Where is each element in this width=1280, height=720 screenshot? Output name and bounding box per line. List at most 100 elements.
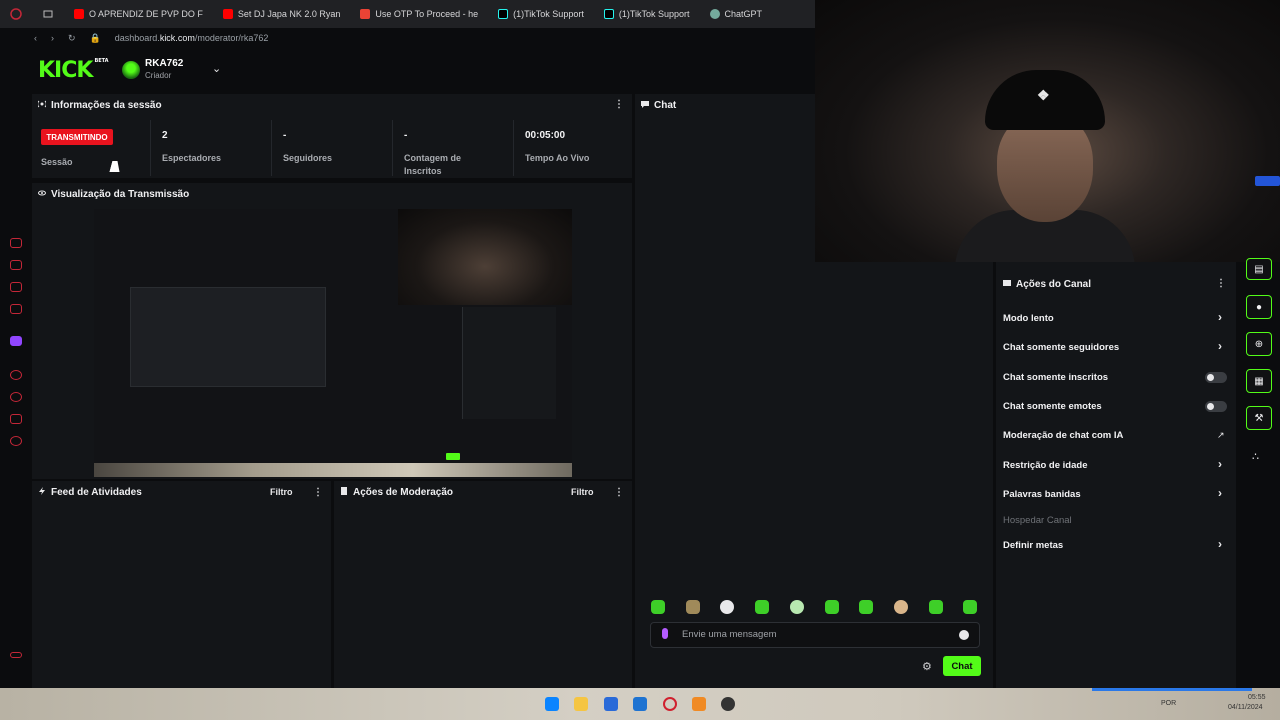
browser-tab[interactable]: Set DJ Japa NK 2.0 Ryan bbox=[213, 0, 351, 28]
activity-panel bbox=[32, 481, 331, 688]
canal-item-banned-words[interactable]: Palavras banidas bbox=[1003, 489, 1081, 500]
sidebar-icon[interactable] bbox=[10, 652, 22, 658]
sidebar-icon[interactable] bbox=[10, 392, 22, 402]
browser-menu-icon[interactable] bbox=[0, 0, 32, 28]
integrations-icon[interactable]: ∴ bbox=[1252, 450, 1259, 463]
chevron-right-icon[interactable]: › bbox=[1218, 339, 1222, 353]
chevron-right-icon[interactable]: › bbox=[1218, 486, 1222, 500]
chevron-right-icon[interactable]: › bbox=[1218, 457, 1222, 471]
stat-label: Espectadores bbox=[162, 153, 222, 163]
avatar[interactable] bbox=[122, 61, 140, 79]
wrench-icon[interactable]: ⚒ bbox=[1246, 406, 1272, 430]
subscribers-only-toggle[interactable] bbox=[1205, 372, 1227, 383]
microphone-icon[interactable] bbox=[662, 628, 668, 639]
channel-icon bbox=[1003, 279, 1011, 290]
sidebar-icon[interactable] bbox=[10, 282, 22, 292]
file-explorer-icon[interactable] bbox=[574, 697, 588, 711]
chevron-down-icon[interactable]: ⌄ bbox=[212, 62, 221, 75]
emoji-picker-icon[interactable] bbox=[959, 630, 969, 640]
lock-icon: 🔒 bbox=[89, 32, 101, 43]
moderation-filter-button[interactable]: Filtro bbox=[571, 487, 594, 497]
language-indicator[interactable]: POR bbox=[1161, 700, 1176, 707]
windows-start-icon[interactable] bbox=[545, 697, 559, 711]
preview-channel-panel bbox=[462, 307, 556, 419]
emote-icon[interactable] bbox=[825, 600, 839, 614]
emote-icon[interactable] bbox=[651, 600, 665, 614]
tiktok-icon bbox=[603, 9, 614, 19]
kick-logo[interactable]: KICK BETA bbox=[38, 58, 109, 83]
moderation-menu-icon[interactable]: ⋮ bbox=[614, 487, 624, 498]
preview-webcam bbox=[398, 209, 572, 305]
emote-icon[interactable] bbox=[929, 600, 943, 614]
send-chat-button[interactable]: Chat bbox=[943, 656, 981, 676]
forward-icon[interactable]: › bbox=[51, 33, 54, 43]
bolt-icon bbox=[38, 487, 46, 498]
back-icon[interactable]: ‹ bbox=[34, 33, 37, 43]
emote-icon[interactable] bbox=[790, 600, 804, 614]
browser-tab[interactable]: ChatGPT bbox=[700, 0, 773, 28]
emote-icon[interactable] bbox=[963, 600, 977, 614]
browser-tab[interactable]: O APRENDIZ DE PVP DO F bbox=[64, 0, 213, 28]
preview-panel-title: Visualização da Transmissão bbox=[38, 189, 189, 200]
reload-icon[interactable]: ↻ bbox=[68, 33, 76, 44]
stat-label: Contagem de Inscritos bbox=[404, 153, 462, 176]
stat-value: 2 bbox=[162, 130, 168, 141]
preview-desktop-strip bbox=[94, 463, 572, 477]
emote-icon[interactable] bbox=[755, 600, 769, 614]
stream-preview[interactable] bbox=[94, 209, 572, 477]
stat-label: Tempo Ao Vivo bbox=[525, 153, 590, 163]
canal-item-age-restriction[interactable]: Restrição de idade bbox=[1003, 460, 1087, 471]
sidebar-icon[interactable] bbox=[10, 414, 22, 424]
clock-time[interactable]: 05:55 bbox=[1248, 694, 1266, 701]
external-link-icon[interactable]: ↗ bbox=[1217, 430, 1225, 441]
canal-item-ai-moderation[interactable]: Moderação de chat com IA bbox=[1003, 430, 1123, 441]
webcam-overlay: ❖ bbox=[815, 0, 1280, 262]
sidebar-icon[interactable] bbox=[10, 304, 22, 314]
chat-bubble-icon bbox=[641, 100, 649, 111]
emote-icon[interactable] bbox=[894, 600, 908, 614]
moderation-panel bbox=[334, 481, 632, 688]
chevron-right-icon[interactable]: › bbox=[1218, 537, 1222, 551]
moderation-panel-title: Ações de Moderação bbox=[340, 487, 453, 498]
emotes-only-toggle[interactable] bbox=[1205, 401, 1227, 412]
channel-name: RKA762 bbox=[145, 58, 184, 69]
emote-icon[interactable] bbox=[686, 600, 700, 614]
youtube-icon bbox=[74, 9, 84, 19]
app-icon[interactable] bbox=[721, 697, 735, 711]
chevron-right-icon[interactable]: › bbox=[1218, 310, 1222, 324]
canal-item-slow-mode[interactable]: Modo lento bbox=[1003, 313, 1054, 324]
outlook-icon[interactable] bbox=[633, 697, 647, 711]
sidebar-icon[interactable] bbox=[10, 436, 22, 446]
preview-inner-panel bbox=[130, 287, 326, 387]
chat-panel-title: Chat bbox=[641, 100, 676, 111]
status-badge: TRANSMITINDO bbox=[41, 129, 113, 145]
twitch-icon[interactable] bbox=[10, 336, 22, 346]
emote-icon[interactable] bbox=[859, 600, 873, 614]
eye-icon bbox=[38, 189, 46, 200]
session-menu-icon[interactable]: ⋮ bbox=[614, 99, 624, 110]
chat-bubble-icon[interactable]: ● bbox=[1246, 295, 1272, 319]
gear-icon[interactable]: ⚙ bbox=[922, 660, 932, 673]
sidebar-icon[interactable] bbox=[10, 370, 22, 380]
app-icon[interactable] bbox=[692, 697, 706, 711]
notes-icon[interactable]: ▤ bbox=[1246, 258, 1272, 280]
store-icon[interactable] bbox=[604, 697, 618, 711]
emote-icon[interactable] bbox=[720, 600, 734, 614]
panel-icon[interactable]: ▦ bbox=[1246, 369, 1272, 393]
activity-filter-button[interactable]: Filtro bbox=[270, 487, 293, 497]
tab-actions-icon[interactable] bbox=[32, 0, 64, 28]
browser-tab[interactable]: (1)TikTok Support bbox=[594, 0, 700, 28]
broadcast-icon[interactable]: ⊕ bbox=[1246, 332, 1272, 356]
sidebar-icon[interactable] bbox=[10, 238, 22, 248]
canal-item-followers-only[interactable]: Chat somente seguidores bbox=[1003, 342, 1119, 353]
canal-item-emotes-only: Chat somente emotes bbox=[1003, 401, 1102, 412]
channel-actions-menu-icon[interactable]: ⋮ bbox=[1216, 278, 1226, 289]
opera-icon[interactable] bbox=[663, 697, 677, 711]
sidebar-icon[interactable] bbox=[10, 260, 22, 270]
browser-tab[interactable]: (1)TikTok Support bbox=[488, 0, 594, 28]
canal-item-set-goals[interactable]: Definir metas bbox=[1003, 540, 1063, 551]
activity-menu-icon[interactable]: ⋮ bbox=[313, 487, 323, 498]
channel-role: Criador bbox=[145, 71, 172, 80]
browser-tab[interactable]: Use OTP To Proceed - he bbox=[350, 0, 488, 28]
url-field[interactable]: dashboard.kick.com/moderator/rka762 bbox=[115, 33, 269, 43]
